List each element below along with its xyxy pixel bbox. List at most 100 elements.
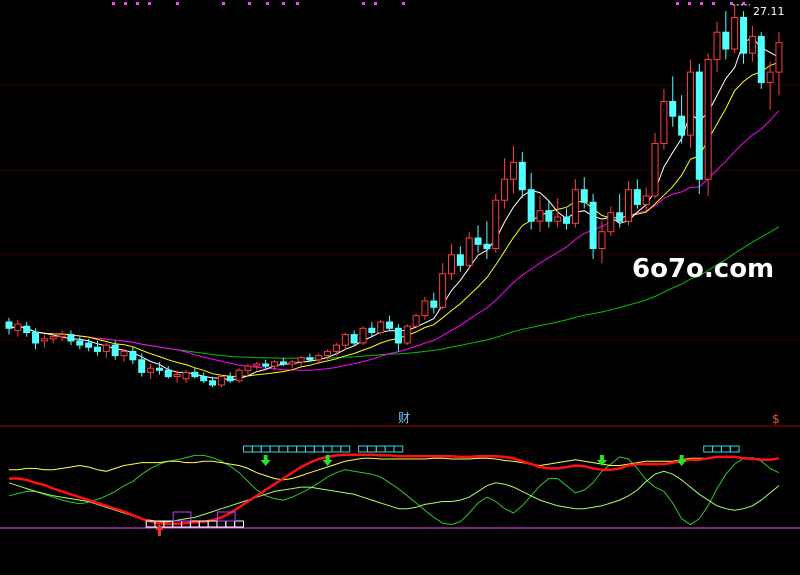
candle [704,53,712,196]
top-marker-14 [688,2,691,5]
candle-body [527,189,535,222]
candle [288,359,296,369]
indicator-down-arrow [260,455,271,466]
candle-body [297,357,305,363]
candle-body [598,231,606,249]
candle-body [253,363,261,367]
last-price-label: 27.11 [753,5,785,18]
indicator-top-band-cell [393,445,404,453]
top-marker-8 [282,2,285,5]
candle-body [563,216,571,224]
candle-body [279,361,287,365]
candle-body [271,361,278,367]
candle-body [332,344,340,352]
candle-body [403,325,411,344]
candle [607,206,615,236]
candle [359,326,367,346]
indicator-up-arrow [155,524,164,536]
candle-body [713,31,721,60]
candle [297,355,305,367]
candle [766,61,774,110]
indicator-top-band-cell [340,445,351,453]
candle-body [757,35,765,84]
candle [536,196,544,232]
candle-body [492,199,500,249]
candle [465,231,473,270]
candle [235,368,243,383]
indicator-title: 财 [398,411,410,425]
candle [563,208,571,230]
candle-body [483,243,491,250]
indicator-top-band-cell [712,445,722,453]
top-marker-5 [222,2,225,5]
candle [412,313,420,329]
candle [722,11,730,60]
candle-body [350,334,358,344]
candle-body [368,327,376,333]
candle-body [49,336,57,340]
candle [448,244,455,280]
candle [509,145,517,194]
candle [67,330,75,346]
candle [518,151,526,199]
candle [226,372,234,383]
candle [386,315,394,331]
top-marker-10 [362,2,365,5]
candle [625,181,632,226]
candle-body [589,201,597,250]
candle-body [536,210,544,222]
candle-body [509,161,517,180]
candle [748,25,756,62]
candle-body [32,332,40,344]
candle [527,172,535,230]
indicator-bottom-band-cell [225,520,236,528]
candle [58,330,66,341]
candle-body [439,273,447,308]
indicator-top-band-cell [331,445,342,453]
indicator-top-band-cell [287,445,298,453]
indicator-top-band-cell [358,445,368,453]
candle-body [288,361,296,365]
indicator-top-band-cell [703,445,714,453]
top-marker-13 [676,2,679,5]
candle [642,187,650,211]
candle [191,368,199,379]
candlesticks [5,4,783,388]
candle-body [155,367,163,371]
candle [147,364,155,379]
candle-body [704,59,712,180]
top-marker-9 [296,2,299,5]
candle-body [173,374,181,378]
candle-body [94,346,101,352]
candle [5,317,13,335]
indicator-top-band-cell [375,445,386,453]
candle-body [85,342,93,348]
candle-body [580,189,588,203]
candle [421,296,429,320]
indicator-top-band-cell [278,445,289,453]
top-marker-4 [176,2,179,5]
candle [120,349,128,362]
candle-body [58,334,66,338]
top-marker-2 [136,2,139,5]
candle [483,221,491,259]
candle [40,334,48,348]
candle [102,343,110,358]
indicator-lightgreen-line [8,470,780,523]
indicator-top-band-cell [251,445,262,453]
candle-body [571,189,579,224]
candle-body [386,321,394,329]
candle-body [377,321,385,333]
indicator-top-band-cell [720,445,731,453]
candle-body [660,101,668,144]
candle-body [616,212,624,222]
candle [23,322,31,337]
candle-body [209,380,217,386]
top-marker-6 [248,2,251,5]
candle [76,336,84,350]
candle [501,158,509,209]
candle-body [669,101,677,117]
candle-body [67,334,75,342]
candle [731,4,739,54]
watermark: 6o7o.com [632,254,774,284]
